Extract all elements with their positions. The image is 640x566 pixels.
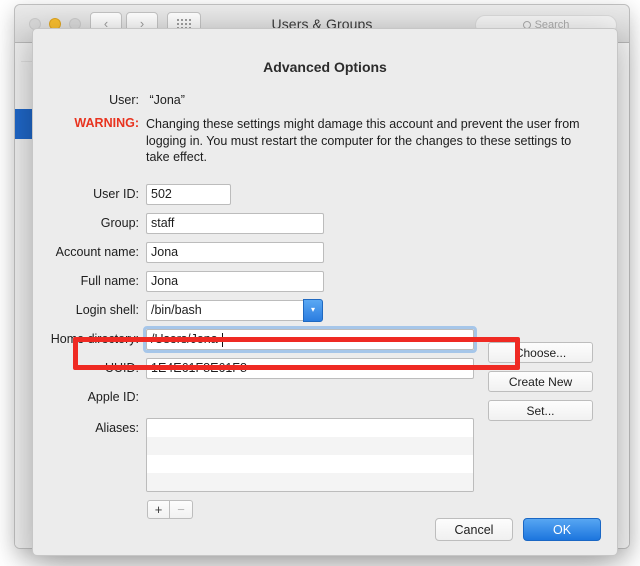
home-directory-label: Home directory: — [50, 332, 139, 346]
chevron-down-icon[interactable]: ▾ — [303, 298, 323, 322]
alias-stripe — [147, 419, 473, 437]
choose-button[interactable]: Choose... — [488, 342, 593, 363]
warning-block: WARNING: Changing these settings might d… — [33, 116, 617, 166]
group-input[interactable] — [146, 212, 324, 234]
account-name-input[interactable] — [146, 241, 324, 263]
create-new-button[interactable]: Create New — [488, 371, 593, 392]
alias-stripe — [147, 472, 473, 491]
ok-button[interactable]: OK — [523, 518, 601, 541]
full-name-label: Full name: — [80, 274, 139, 288]
row-full-name: Full name: — [33, 267, 617, 296]
row-account-name: Account name: — [33, 238, 617, 267]
login-shell-label: Login shell: — [75, 303, 139, 317]
cancel-button[interactable]: Cancel — [435, 518, 513, 541]
remove-alias-button[interactable]: − — [170, 499, 193, 519]
user-label: User: — [109, 93, 139, 107]
alias-stripe — [147, 436, 473, 455]
login-shell-input[interactable] — [146, 299, 304, 321]
sheet-title: Advanced Options — [263, 59, 387, 75]
uuid-label: UUID: — [104, 361, 139, 375]
account-name-label: Account name: — [55, 245, 139, 259]
warning-text: Changing these settings might damage thi… — [146, 117, 580, 164]
row-user-id: User ID: — [33, 180, 617, 209]
row-login-shell: Login shell: ▾ — [33, 296, 617, 325]
screenshot-root: ‹ › Users & Groups Search Advanced Optio… — [0, 0, 640, 566]
user-value: “Jona” — [149, 93, 185, 107]
text-caret — [222, 332, 223, 347]
alias-stripe — [147, 455, 473, 473]
set-button[interactable]: Set... — [488, 400, 593, 421]
add-alias-button[interactable]: + — [147, 499, 170, 519]
row-group: Group: — [33, 209, 617, 238]
alias-buttons[interactable]: + − — [147, 499, 474, 519]
user-id-label: User ID: — [93, 187, 139, 201]
uuid-input[interactable] — [146, 357, 474, 379]
full-name-input[interactable] — [146, 270, 324, 292]
apple-id-label: Apple ID: — [87, 390, 139, 404]
row-aliases: Aliases: + − — [33, 417, 617, 519]
user-id-input[interactable] — [146, 183, 231, 205]
sheet-footer: Cancel OK — [435, 518, 601, 541]
aliases-list[interactable] — [146, 417, 474, 492]
user-row: User: “Jona” — [33, 93, 617, 107]
home-directory-field-wrapper — [143, 325, 477, 353]
aliases-label: Aliases: — [95, 420, 139, 435]
group-label: Group: — [100, 216, 139, 230]
warning-label: WARNING: — [74, 116, 139, 130]
home-directory-input[interactable] — [146, 328, 474, 350]
advanced-options-sheet: Advanced Options User: “Jona” WARNING: C… — [32, 28, 618, 556]
